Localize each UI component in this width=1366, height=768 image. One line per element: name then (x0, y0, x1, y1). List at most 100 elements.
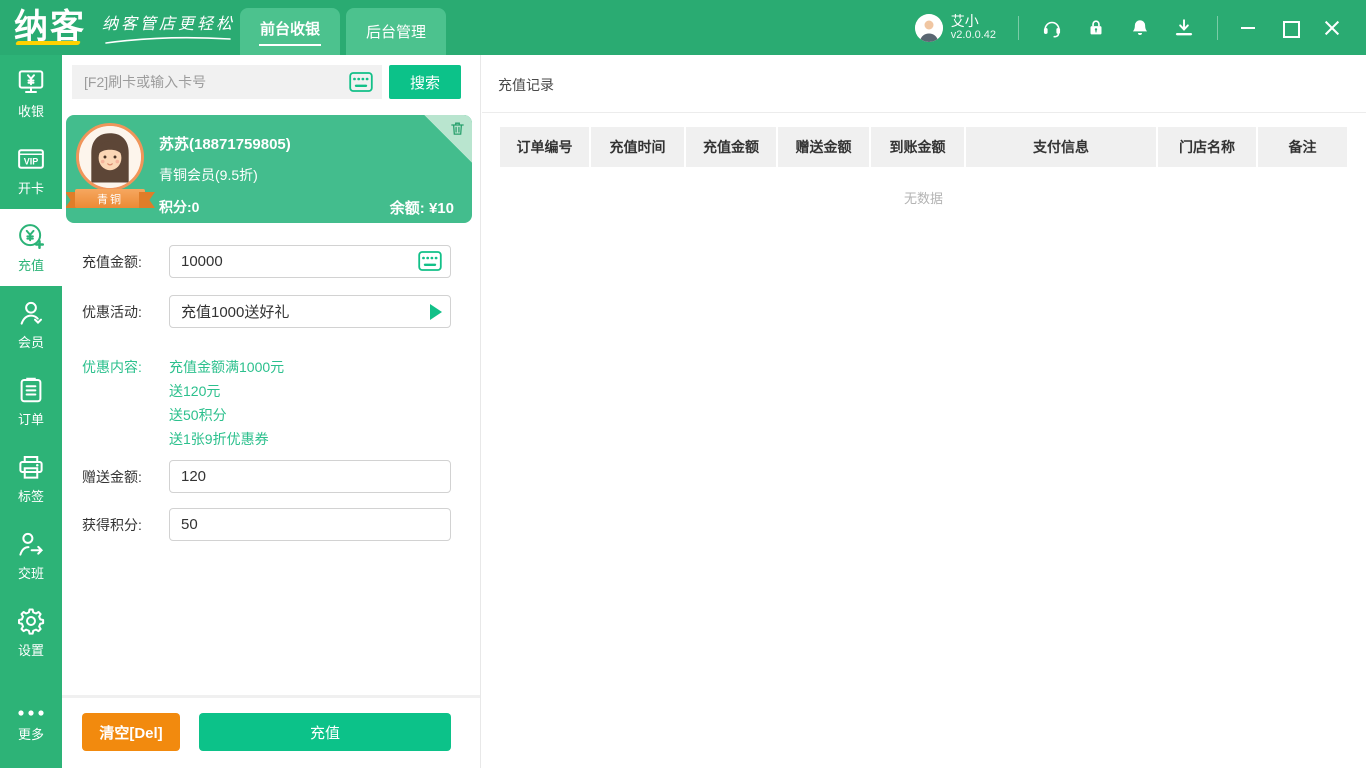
promo-detail-line: 充值金额满1000元 (169, 359, 285, 375)
maximize-icon[interactable] (1282, 20, 1300, 38)
lock-icon[interactable] (1085, 17, 1107, 39)
column-header-arrival-amount: 到账金额 (871, 127, 966, 167)
records-table: 订单编号 充值时间 充值金额 赠送金额 到账金额 支付信息 门店名称 备注 无数… (500, 127, 1347, 207)
promo-detail-label: 优惠内容: (82, 359, 142, 375)
card-search-box (72, 65, 382, 99)
promo-detail-line: 送120元 (169, 383, 221, 399)
app-window: 纳客 纳客管店更轻松 前台收银 后台管理 艾小 v2.0.0.42 收银 VIP… (0, 0, 1366, 768)
user-name: 艾小 (950, 13, 979, 30)
gear-icon (16, 606, 46, 636)
member-level: 青铜会员(9.5折) (159, 167, 258, 183)
keyboard-icon[interactable] (349, 71, 373, 93)
app-version: v2.0.0.42 (950, 29, 996, 42)
sidebar-item-settings[interactable]: 设置 (0, 594, 62, 671)
gain-points-field (169, 508, 451, 541)
sidebar: 收银 VIP 开卡 充值 会员 订单 标签 交班 设置 更多 (0, 55, 62, 768)
app-slogan: 纳客管店更轻松 (102, 16, 236, 33)
gift-amount-input[interactable] (169, 460, 451, 493)
promo-expand-arrow-icon[interactable] (430, 304, 442, 320)
gift-amount-field (169, 460, 451, 493)
column-header-gift-amount: 赠送金额 (778, 127, 871, 167)
sidebar-item-open-card[interactable]: VIP 开卡 (0, 132, 62, 209)
gift-amount-row: 赠送金额: (82, 460, 451, 493)
minimize-icon[interactable] (1240, 20, 1256, 36)
keyboard-icon[interactable] (418, 250, 442, 272)
sidebar-item-label-print[interactable]: 标签 (0, 440, 62, 517)
sidebar-item-label: 会员 (17, 335, 44, 350)
promo-detail-line: 送1张9折优惠券 (169, 431, 269, 447)
sidebar-item-more[interactable]: 更多 (0, 694, 62, 754)
member-name: 苏苏(18871759805) (159, 136, 291, 153)
tab-active-underline (259, 43, 321, 46)
column-header-store-name: 门店名称 (1158, 127, 1258, 167)
recharge-icon (16, 221, 46, 251)
member-card: 青铜 苏苏(18871759805) 青铜会员(9.5折) 积分:0 余额: ¥… (66, 115, 472, 223)
tab-label: 后台管理 (365, 24, 426, 41)
member-avatar (76, 123, 144, 191)
column-header-recharge-time: 充值时间 (591, 127, 686, 167)
column-header-remark: 备注 (1258, 127, 1347, 167)
footer-divider (62, 695, 480, 698)
sidebar-item-label: 充值 (17, 258, 44, 273)
tab-front-cashier[interactable]: 前台收银 (240, 8, 340, 55)
tab-label: 前台收银 (259, 20, 320, 38)
tab-backend-manage[interactable]: 后台管理 (346, 8, 446, 55)
card-search-input[interactable] (72, 65, 382, 99)
customer-service-icon[interactable] (1041, 17, 1063, 39)
topbar-divider (1018, 15, 1019, 40)
sidebar-item-label: 交班 (17, 566, 44, 581)
clear-button[interactable]: 清空[Del] (82, 713, 180, 751)
gain-points-label: 获得积分: (82, 516, 142, 533)
trash-icon[interactable] (449, 120, 466, 138)
window-controls (1240, 20, 1340, 38)
user-block[interactable]: 艾小 v2.0.0.42 (951, 13, 996, 42)
bell-icon[interactable] (1129, 17, 1151, 39)
card-search-row: 搜索 (72, 65, 461, 99)
member-points: 积分:0 (159, 199, 200, 215)
sidebar-item-label: 收银 (17, 104, 44, 119)
promo-activity-input[interactable] (169, 295, 451, 328)
topbar-divider (1217, 15, 1218, 40)
close-icon[interactable] (1324, 20, 1340, 36)
sidebar-item-label: 标签 (17, 489, 44, 504)
sidebar-item-cashier[interactable]: 收银 (0, 55, 62, 132)
records-table-header: 订单编号 充值时间 充值金额 赠送金额 到账金额 支付信息 门店名称 备注 (500, 127, 1347, 167)
main-tabs: 前台收银 后台管理 (240, 8, 446, 55)
recharge-submit-button[interactable]: 充值 (199, 713, 451, 751)
sidebar-item-label: 开卡 (17, 181, 44, 196)
shift-handover-icon (16, 529, 46, 559)
recharge-amount-field (169, 245, 451, 278)
topbar-icons (1041, 17, 1195, 39)
member-level-ribbon: 青铜 (66, 187, 155, 210)
sidebar-item-member[interactable]: 会员 (0, 286, 62, 363)
promo-detail-line: 送50积分 (169, 407, 227, 423)
promo-detail-block: 优惠内容: 充值金额满1000元 送120元 送50积分 送1张9折优惠券 (82, 355, 451, 451)
vip-card-icon: VIP (16, 144, 46, 174)
printer-icon (16, 452, 46, 482)
promo-activity-row: 优惠活动: (82, 295, 451, 328)
records-empty-text: 无数据 (903, 191, 943, 206)
recharge-amount-label: 充值金额: (82, 253, 142, 270)
user-avatar[interactable] (914, 13, 943, 42)
member-icon (16, 298, 46, 328)
sidebar-item-label: 订单 (17, 412, 44, 427)
gain-points-row: 获得积分: (82, 508, 451, 541)
recharge-amount-input[interactable] (169, 245, 451, 278)
download-icon[interactable] (1173, 17, 1195, 39)
footer-buttons: 清空[Del] 充值 (82, 713, 451, 751)
sidebar-item-label: 设置 (17, 643, 44, 658)
order-icon (16, 375, 46, 405)
sidebar-item-shift[interactable]: 交班 (0, 517, 62, 594)
sidebar-item-recharge[interactable]: 充值 (0, 209, 62, 286)
gain-points-input[interactable] (169, 508, 451, 541)
slogan-underline (105, 36, 231, 44)
recharge-records-panel: 充值记录 订单编号 充值时间 充值金额 赠送金额 到账金额 支付信息 门店名称 … (482, 55, 1366, 768)
search-button[interactable]: 搜索 (389, 65, 461, 99)
topbar-right: 艾小 v2.0.0.42 (914, 0, 1366, 55)
ribbon-label: 青铜 (75, 189, 145, 208)
promo-activity-field (169, 295, 451, 328)
sidebar-item-label: 更多 (17, 726, 44, 742)
more-dots-icon (16, 706, 46, 720)
sidebar-item-order[interactable]: 订单 (0, 363, 62, 440)
column-header-recharge-amount: 充值金额 (686, 127, 778, 167)
